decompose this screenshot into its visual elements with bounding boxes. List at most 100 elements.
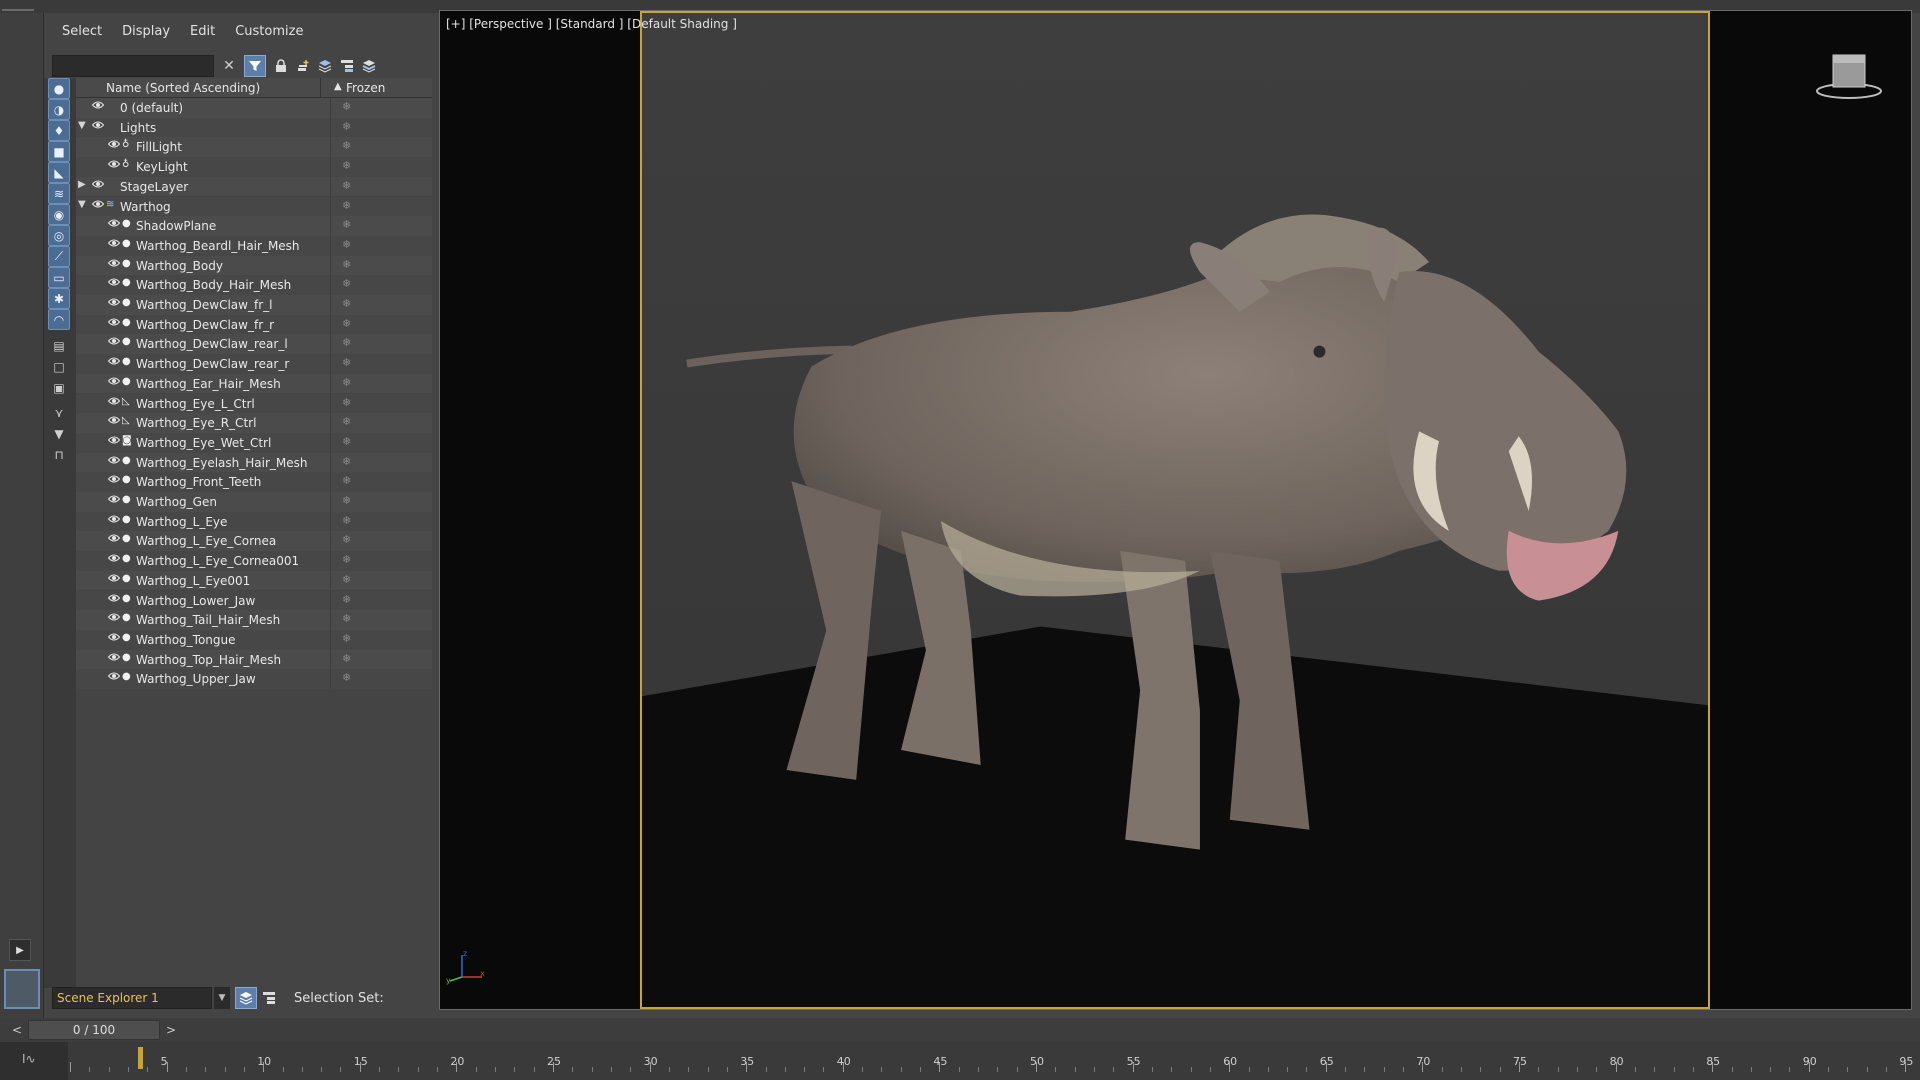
object-row[interactable]: ● Warthog_Front_Teeth ❄: [76, 472, 432, 492]
funnel-icon[interactable]: ▼: [48, 423, 70, 444]
object-row[interactable]: ● Warthog_Top_Hair_Mesh ❄: [76, 649, 432, 670]
visibility-eye-icon[interactable]: [107, 474, 122, 487]
visibility-eye-icon[interactable]: [91, 179, 106, 192]
column-header-frozen[interactable]: Frozen: [346, 81, 385, 95]
particles-filter-icon[interactable]: ✱: [48, 288, 70, 309]
visibility-eye-icon[interactable]: [107, 455, 122, 468]
filter-icon[interactable]: [244, 55, 266, 77]
layers-icon[interactable]: [314, 55, 336, 77]
previous-frame-button[interactable]: <: [8, 1021, 26, 1039]
object-row[interactable]: ♁ FillLight ❄: [76, 137, 432, 158]
visibility-eye-icon[interactable]: [107, 139, 122, 152]
visibility-eye-icon[interactable]: [91, 120, 106, 133]
visibility-eye-icon[interactable]: [91, 199, 106, 212]
frozen-snowflake-icon[interactable]: ❄: [342, 199, 351, 212]
visibility-eye-icon[interactable]: [107, 612, 122, 625]
frozen-snowflake-icon[interactable]: ❄: [342, 632, 351, 645]
layer-row[interactable]: 0 (default) ❄: [76, 98, 432, 118]
object-row[interactable]: ● Warthog_Ear_Hair_Mesh ❄: [76, 373, 432, 394]
object-row[interactable]: ● Warthog_Body ❄: [76, 255, 432, 276]
object-row[interactable]: ● Warthog_Tongue ❄: [76, 629, 432, 650]
visibility-eye-icon[interactable]: [107, 494, 122, 507]
cameras-filter-icon[interactable]: ■: [48, 141, 70, 162]
groups-filter-icon[interactable]: ◉: [48, 204, 70, 225]
frozen-snowflake-icon[interactable]: ❄: [342, 179, 351, 192]
menu-display[interactable]: Display: [122, 24, 170, 39]
visibility-filter-icon[interactable]: ◠: [48, 309, 70, 330]
visibility-eye-icon[interactable]: [107, 376, 122, 389]
xrefs-filter-icon[interactable]: ◎: [48, 225, 70, 246]
object-row[interactable]: ● ShadowPlane ❄: [76, 216, 432, 236]
frozen-snowflake-icon[interactable]: ❄: [342, 218, 351, 231]
object-row[interactable]: ● Warthog_Beardl_Hair_Mesh ❄: [76, 235, 432, 256]
frozen-snowflake-icon[interactable]: ❄: [342, 396, 351, 409]
visibility-eye-icon[interactable]: [107, 396, 122, 409]
menu-edit[interactable]: Edit: [190, 24, 215, 39]
visibility-eye-icon[interactable]: [107, 238, 122, 251]
visibility-eye-icon[interactable]: [107, 258, 122, 271]
frozen-snowflake-icon[interactable]: ❄: [342, 277, 351, 290]
visibility-eye-icon[interactable]: [107, 277, 122, 290]
collapse-arrow-icon[interactable]: ▼: [78, 120, 90, 131]
visibility-eye-icon[interactable]: [91, 100, 106, 113]
frozen-snowflake-icon[interactable]: ❄: [342, 612, 351, 625]
curve-editor-icon[interactable]: I∿: [22, 1052, 36, 1066]
filter-settings-icon[interactable]: ⋎: [48, 402, 70, 423]
visibility-eye-icon[interactable]: [107, 317, 122, 330]
object-row[interactable]: ● Warthog_L_Eye001 ❄: [76, 570, 432, 591]
layer-explorer-toggle-icon[interactable]: [235, 987, 257, 1009]
track-bar-area[interactable]: 5 10 15 20 25 30 35 40 45 50 55 60 65 70 75 80 85 90 95: [68, 1042, 1920, 1080]
expand-panel-button[interactable]: ▶: [9, 939, 31, 961]
hierarchy-toggle-icon[interactable]: [258, 987, 280, 1009]
next-frame-button[interactable]: >: [162, 1021, 180, 1039]
viewcube-icon[interactable]: [1809, 45, 1889, 105]
selection-set-icon[interactable]: ⊓: [48, 444, 70, 465]
explorer-name-field[interactable]: Scene Explorer 1: [52, 987, 212, 1009]
visibility-eye-icon[interactable]: [107, 573, 122, 586]
containers-filter-icon[interactable]: ▭: [48, 267, 70, 288]
object-row[interactable]: ● Warthog_DewClaw_fr_r ❄: [76, 314, 432, 335]
frozen-snowflake-icon[interactable]: ❄: [342, 514, 351, 527]
lights-filter-icon[interactable]: ♦: [48, 120, 70, 141]
visibility-eye-icon[interactable]: [107, 297, 122, 310]
object-row[interactable]: ◺ Warthog_Eye_R_Ctrl ❄: [76, 413, 432, 433]
frozen-snowflake-icon[interactable]: ❄: [342, 593, 351, 606]
frozen-snowflake-icon[interactable]: ❄: [342, 553, 351, 566]
helpers-filter-icon[interactable]: ◣: [48, 162, 70, 183]
viewport-label-menu[interactable]: [+] [Perspective ] [Standard ] [Default …: [446, 17, 737, 31]
frozen-snowflake-icon[interactable]: ❄: [342, 336, 351, 349]
layer-row[interactable]: ▶ StageLayer ❄: [76, 176, 432, 197]
frozen-snowflake-icon[interactable]: ❄: [342, 356, 351, 369]
frozen-snowflake-icon[interactable]: ❄: [342, 652, 351, 665]
visibility-eye-icon[interactable]: [107, 415, 122, 428]
visibility-eye-icon[interactable]: [107, 336, 122, 349]
frozen-snowflake-icon[interactable]: ❄: [342, 159, 351, 172]
time-slider[interactable]: 0 / 100: [28, 1020, 160, 1040]
visibility-eye-icon[interactable]: [107, 593, 122, 606]
hierarchy-icon[interactable]: [336, 55, 358, 77]
object-row[interactable]: ● Warthog_DewClaw_fr_l ❄: [76, 295, 432, 315]
lock-icon[interactable]: [270, 55, 292, 77]
frozen-snowflake-icon[interactable]: ❄: [342, 139, 351, 152]
visibility-eye-icon[interactable]: [107, 218, 122, 231]
object-row[interactable]: ● Warthog_DewClaw_rear_l ❄: [76, 334, 432, 355]
search-input[interactable]: [52, 55, 214, 77]
frozen-snowflake-icon[interactable]: ❄: [342, 671, 351, 684]
object-row[interactable]: ● Warthog_Eyelash_Hair_Mesh ❄: [76, 452, 432, 473]
object-row[interactable]: ● Warthog_Upper_Jaw ❄: [76, 669, 432, 689]
layer-row[interactable]: ▼ Lights ❄: [76, 117, 432, 138]
frozen-snowflake-icon[interactable]: ❄: [342, 376, 351, 389]
geometry-filter-icon[interactable]: ●: [48, 78, 70, 99]
menu-customize[interactable]: Customize: [235, 24, 303, 39]
time-cursor[interactable]: [138, 1047, 143, 1069]
object-row[interactable]: ● Warthog_Tail_Hair_Mesh ❄: [76, 610, 432, 630]
expand-arrow-icon[interactable]: ▶: [78, 179, 90, 190]
object-row[interactable]: ◺ Warthog_Eye_L_Ctrl ❄: [76, 393, 432, 414]
visibility-eye-icon[interactable]: [107, 671, 122, 684]
layer-row[interactable]: ▼ ≋ Warthog ❄: [76, 196, 432, 217]
frozen-snowflake-icon[interactable]: ❄: [342, 455, 351, 468]
object-row[interactable]: ● Warthog_DewClaw_rear_r ❄: [76, 354, 432, 374]
column-header-name[interactable]: Name (Sorted Ascending): [106, 81, 260, 95]
object-row[interactable]: ♁ KeyLight ❄: [76, 157, 432, 177]
object-row[interactable]: ● Warthog_Lower_Jaw ❄: [76, 590, 432, 611]
